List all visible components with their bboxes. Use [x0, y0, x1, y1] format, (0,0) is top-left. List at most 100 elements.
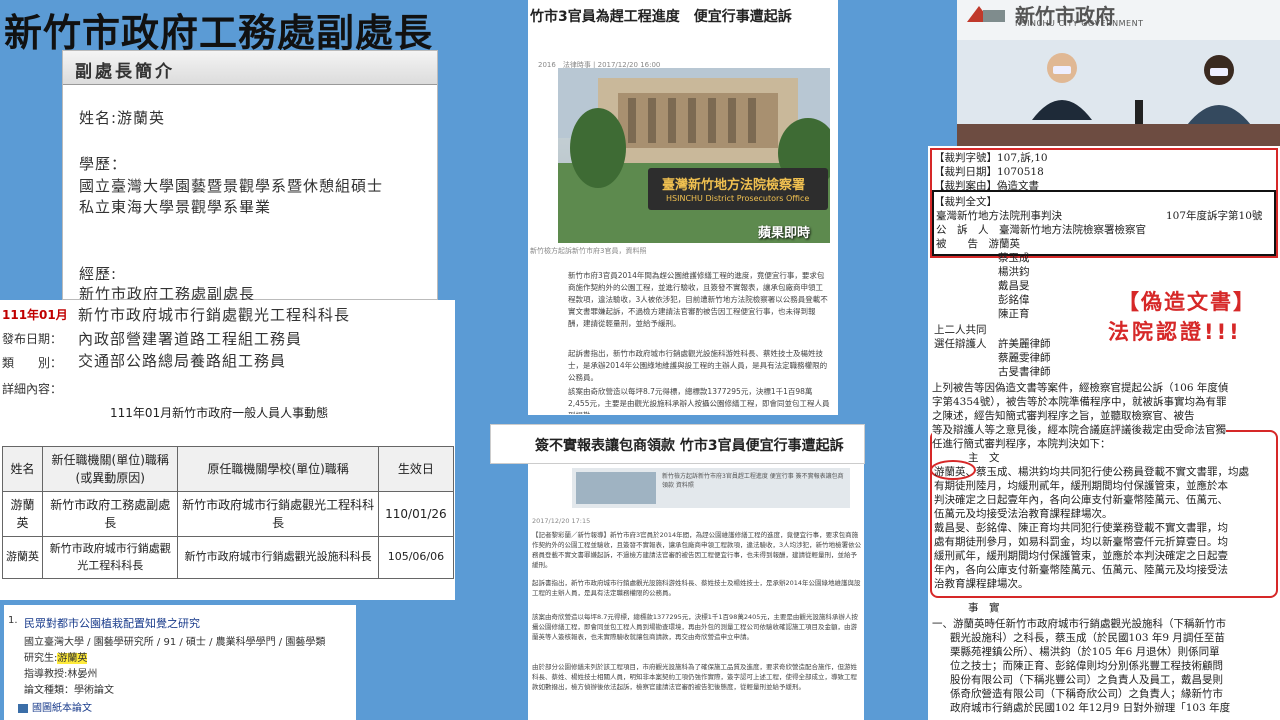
verdict-main-line: 處有期徒刑參月，如易科罰金，均以新臺幣壹仟元折算壹日。均 — [934, 536, 1228, 548]
joint-label: 上二人共同 — [934, 324, 987, 336]
verdict-body-line: 之陳述，經告知簡式審判程序之旨，並聽取檢察官、被告 — [932, 410, 1195, 422]
student-label: 研究生: — [24, 653, 58, 664]
table-cell: 游蘭英 — [1, 491, 44, 537]
thesis-advisor: 指導教授:林晏州 — [24, 669, 98, 680]
verdict-facts-line: 位之技士；而陳正育、彭銘偉則均分別係兆豐工程技術顧問 — [950, 660, 1223, 672]
press-conference-photo: 新竹市政府 HSINCHU CITY GOVERNMENT — [957, 0, 1280, 146]
main-label: 主 文 — [968, 452, 1000, 464]
defendant: 彭銘偉 — [998, 294, 1030, 306]
experience-label: 經歷: — [79, 265, 118, 283]
personnel-announcement: 111年01月 發布日期： 類 別： 詳細內容： 新竹市政府城市行銷處觀光工程科… — [0, 300, 455, 600]
verdict-body-line: 上列被告等因偽造文書等案件，經檢察官提起公訴（106 年度偵 — [932, 382, 1229, 394]
article-title: 簽不實報表讓包商領款 竹市3官員便宜行事遭起訴 — [535, 438, 844, 454]
case-number: 107年度訴字第10號 — [1166, 210, 1263, 222]
screenshot-thumbnail — [576, 472, 656, 504]
defendant: 陳正育 — [998, 308, 1030, 320]
verdict-main-line: 戴昌旻、彭銘偉、陳正育均共同犯行使業務登載不實文書罪，均 — [934, 522, 1228, 534]
table-cell: 新竹市政府城市行銷處觀光設施科科長 — [177, 536, 379, 579]
verdict-body-line: 任進行簡式審判程序，本院判決如下： — [932, 438, 1111, 450]
defendant: 戴昌旻 — [998, 280, 1030, 292]
announcement-subtitle: 111年01月新竹市政府一般人員人事動態 — [110, 406, 329, 420]
verdict-field: 【裁判全文】 — [934, 196, 997, 208]
experience-line: 交通部公路總局養路組工務員 — [78, 352, 287, 370]
defendant: 楊洪鈞 — [998, 266, 1030, 278]
article-screenshot: 新竹檢方起訴新竹市府3官員趕工程進度 便宜行事 簽不實報表讓包商領款 資料照 — [572, 468, 850, 508]
article-meta: 2017/12/20 17:15 — [532, 517, 591, 525]
forgery-annotation: 【偽造文書】 — [1118, 290, 1256, 314]
personnel-table: 姓名 新任職機關(單位)職稱(或異動原因) 原任職機關學校(單位)職稱 生效日 … — [1, 446, 455, 579]
verdict-facts-line: 一、游蘭英時任新竹市政府城市行銷處觀光設施科（下稱新竹市 — [932, 618, 1226, 630]
verdict-main-line: 治教育課程肆場次。 — [934, 578, 1029, 590]
verdict-facts-line: 栗縣苑裡鎮公所）、楊洪鈞（於105 年6 月退休）則係同單 — [950, 646, 1220, 658]
lawyer: 許美麗律師 — [998, 338, 1051, 350]
verdict-field: 【裁判字號】107,訴,10 — [934, 152, 1048, 164]
city-government-en: HSINCHU CITY GOVERNMENT — [1015, 19, 1144, 28]
article-photo: 臺灣新竹地方法院檢察署 HSINCHU District Prosecutors… — [558, 68, 830, 243]
article-title: 竹市3官員為趕工程進度 便宜行事遭起訴 — [530, 9, 792, 25]
article-paragraph: 起訴書指出，新竹市政府城市行銷處觀光設施科游姓科長、蔡姓技士及楊姓技士，是承辦2… — [532, 579, 861, 597]
thesis-student-row: 研究生:游蘭英 — [24, 649, 88, 664]
table-row: 游蘭英 新竹市政府工務處副處長 新竹市政府城市行銷處觀光工程科科長 110/01… — [1, 491, 455, 537]
counsel-label: 選任辯護人 — [934, 338, 987, 350]
student-name: 游蘭英 — [57, 653, 88, 664]
verdict-main-line: 緩刑貳年，緩刑期間均付保護管束，並應於本判決確定之日起壹 — [934, 550, 1228, 562]
verdict-field: 【裁判案由】偽造文書 — [934, 180, 1039, 192]
article-paragraph: 起訴書指出，新竹市政府城市行銷處觀光設施科游姓科長、蔡姓技士及楊姓技士，是承辦2… — [568, 349, 828, 382]
column-header: 原任職機關學校(單位)職稱 — [177, 446, 379, 492]
profile-card: 副處長簡介 姓名:游蘭英 學歷： 國立臺灣大學園藝暨景觀學系暨休憩組碩士 私立東… — [62, 50, 438, 303]
table-cell: 新竹市政府工務處副處長 — [42, 491, 179, 537]
lawyer: 蔡麗雯律師 — [998, 352, 1051, 364]
thesis-type: 論文種類：學術論文 — [24, 685, 114, 696]
article-paragraph: 由於部分公園修繕未列於該工程項目，市府觀光設施科為了確保施工品質及進度，要求奇欣… — [532, 663, 857, 691]
record-index: 1. — [8, 615, 18, 626]
verdict-main-line: 年內，各向公庫支付新臺幣陸萬元、伍萬元、陸萬元及均接受法 — [934, 564, 1228, 576]
details-label: 詳細內容： — [2, 382, 63, 396]
court-verdict: 【裁判字號】107,訴,10 【裁判日期】1070518 【裁判案由】偽造文書 … — [928, 146, 1280, 720]
verdict-facts-line: 股份有限公司（下稱兆豐公司）之負責人及員工，戴昌旻則 — [950, 674, 1223, 686]
thesis-record: 1. 民眾對都市公園植栽配置知覺之研究 國立臺灣大學 / 園藝學研究所 / 91… — [4, 605, 356, 720]
article-paragraph: 【記者黎彩蘭／新竹報導】新竹市府3官員於2014年間，為趕公園維護修繕工程的進度… — [532, 531, 862, 569]
table-cell: 新竹市政府城市行銷處觀光工程科科長 — [177, 491, 379, 537]
thesis-title-link[interactable]: 民眾對都市公園植栽配置知覺之研究 — [24, 615, 200, 631]
verdict-main-line: 游蘭英、蔡玉成、楊洪鈞均共同犯行使公務員登載不實文書罪，均處 — [934, 466, 1249, 478]
verdict-facts-line: 係奇欣營造有限公司（下稱奇欣公司）之負責人；緣新竹市 — [950, 688, 1223, 700]
prosecutor: 公 訴 人 臺灣新竹地方法院檢察署檢察官 — [936, 224, 1146, 236]
table-row: 游蘭英 新竹市政府城市行銷處觀光工程科科長 新竹市政府城市行銷處觀光設施科科長 … — [1, 536, 455, 579]
education-label: 學歷： — [79, 155, 128, 173]
thesis-school: 國立臺灣大學 / 園藝學研究所 / 91 / 碩士 / 農業科學學門 / 園藝學… — [24, 637, 326, 648]
verdict-main-line: 判決確定之日起壹年內，各向公庫支付新臺幣陸萬元、伍萬元、 — [934, 494, 1228, 506]
verdict-body-line: 等及辯護人等之意見後，經本院合議庭評議後裁定由受命法官獨 — [932, 422, 1226, 437]
column-header: 生效日 — [377, 446, 455, 492]
news-article-2-header: 簽不實報表讓包商領款 竹市3官員便宜行事遭起訴 — [490, 424, 865, 464]
verdict-field: 【裁判日期】1070518 — [934, 166, 1044, 178]
court-sign-zh: 臺灣新竹地方法院檢察署 — [662, 178, 806, 193]
photo-watermark: 蘋果即時 — [758, 226, 811, 241]
column-header: 新任職機關(單位)職稱(或異動原因) — [42, 446, 179, 492]
desk — [957, 124, 1280, 146]
experience-line: 內政部營建署道路工程組工務員 — [78, 330, 303, 348]
certified-annotation: 法院認證!!! — [1108, 320, 1242, 344]
verdict-main-line: 伍萬元及均接受法治教育課程肆場次。 — [934, 508, 1113, 520]
education-line: 私立東海大學景觀學系畢業 — [79, 198, 272, 216]
news-article-2: 新竹檢方起訴新竹市府3官員趕工程進度 便宜行事 簽不實報表讓包商領款 資料照 2… — [528, 464, 864, 720]
book-icon — [18, 703, 28, 713]
paper-version-link[interactable]: 國圖紙本論文 — [18, 699, 92, 714]
education-line: 國立臺灣大學園藝暨景觀學系暨休憩組碩士 — [79, 177, 384, 195]
profile-header: 副處長簡介 — [63, 51, 437, 85]
article-paragraph: 該案由奇欣營造以每坪8.7元得標，總標款1377295元，決標1千1百98萬2,… — [568, 387, 830, 414]
verdict-facts-line: 政府城市行銷處於民國102 年12月9 日對外辦理「103 年度 — [950, 702, 1231, 714]
profile-name: 姓名:游蘭英 — [79, 109, 166, 127]
article-paragraph: 該案由奇欣營造以每坪8.7元得標，總標款1377295元，決標1千1百98萬24… — [532, 613, 858, 641]
news-article-1: 竹市3官員為趕工程進度 便宜行事遭起訴 2016 法律時事 | 2017/12/… — [528, 0, 838, 415]
defendant: 蔡玉成 — [998, 252, 1030, 264]
table-cell: 110/01/26 — [377, 491, 455, 537]
verdict-main-line: 有期徒刑陸月，均緩刑貳年，緩刑期間均付保護管束，並應於本 — [934, 480, 1228, 492]
screenshot-text: 新竹檢方起訴新竹市府3官員趕工程進度 便宜行事 簽不實報表讓包商領款 資料照 — [662, 473, 844, 489]
lawyer: 古旻書律師 — [998, 366, 1051, 378]
verdict-body-line: 字第4354號），被告等於本院準備程序中，就被訴事實均為有罪 — [932, 396, 1227, 408]
experience-line: 新竹市政府城市行銷處觀光工程科科長 — [78, 306, 351, 324]
article-paragraph: 新竹市府3官員2014年間為趕公園維護修繕工程的進度，竟便宜行事，要求包商施作契… — [568, 271, 828, 328]
page-title: 新竹市政府工務處副處長 — [4, 11, 434, 55]
release-date-label: 發布日期： — [2, 332, 63, 346]
category-label: 類 別： — [2, 356, 63, 370]
